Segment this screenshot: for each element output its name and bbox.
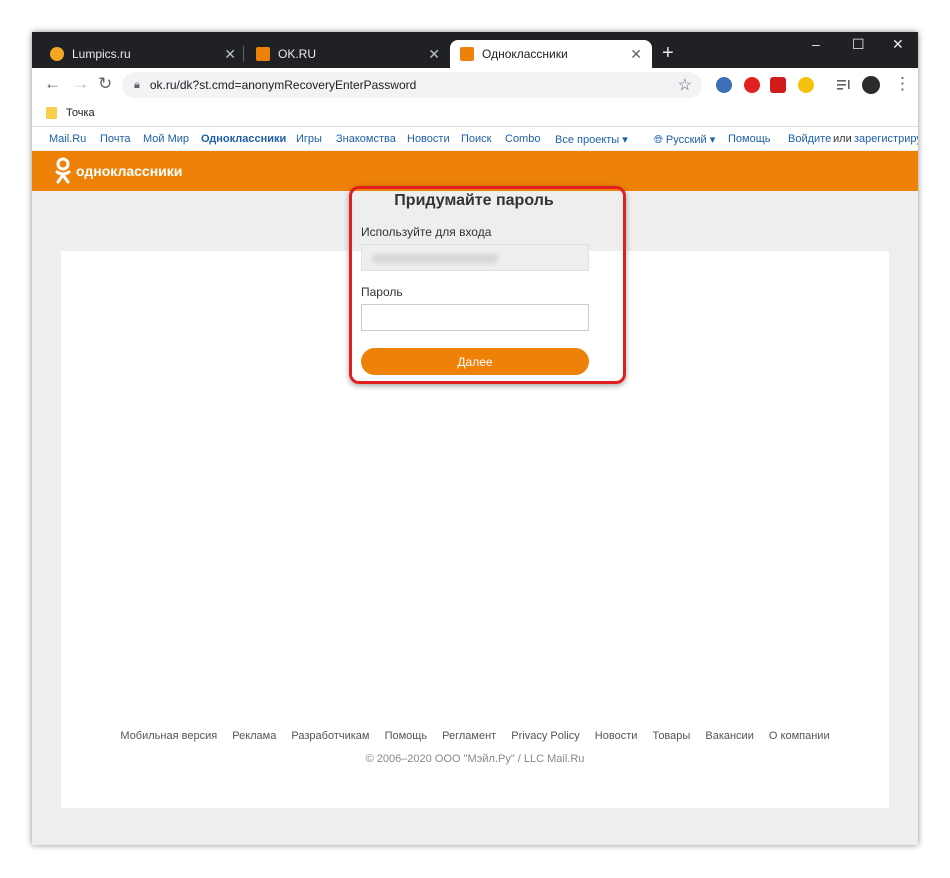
language-dropdown[interactable]: 🌐︎ Русский ▾: [654, 133, 715, 147]
bookmarks-bar: Точка: [32, 102, 918, 127]
login-link[interactable]: Войдите: [788, 133, 831, 145]
opera-icon[interactable]: [744, 77, 760, 93]
tab-title: OK.RU: [278, 47, 317, 61]
tab-title: Lumpics.ru: [72, 47, 131, 61]
close-tab-icon[interactable]: ✕: [224, 46, 236, 63]
ok-extension-icon[interactable]: [770, 77, 786, 93]
help-link[interactable]: Помощь: [728, 133, 771, 145]
media-queue-icon[interactable]: [836, 77, 852, 93]
ok-favicon-icon: [460, 47, 474, 61]
footer-link[interactable]: Помощь: [385, 730, 428, 742]
forward-arrow-icon[interactable]: →: [72, 74, 89, 94]
ok-favicon-icon: [256, 47, 270, 61]
next-button[interactable]: Далее: [361, 348, 589, 375]
bookmark-item[interactable]: Точка: [66, 107, 95, 119]
footer-link[interactable]: Регламент: [442, 730, 496, 742]
extension-gear-icon[interactable]: [716, 77, 732, 93]
all-projects-dropdown[interactable]: Все проекты ▾: [555, 133, 628, 146]
password-label: Пароль: [361, 285, 403, 299]
footer-link[interactable]: Мобильная версия: [120, 730, 217, 742]
portal-link[interactable]: Почта: [100, 133, 131, 145]
portal-nav: Mail.Ru Почта Мой Мир Одноклассники Игры…: [32, 127, 918, 150]
register-link[interactable]: зарегистрируйтесь: [854, 133, 918, 145]
login-field: [361, 244, 589, 271]
bookmark-star-icon[interactable]: ☆: [678, 75, 692, 95]
back-arrow-icon[interactable]: ←: [44, 74, 61, 94]
footer-link[interactable]: Новости: [595, 730, 638, 742]
portal-link[interactable]: Новости: [407, 133, 450, 145]
address-bar[interactable]: 🔒︎ ok.ru/dk?st.cmd=anonymRecoveryEnterPa…: [122, 72, 702, 98]
tab-strip: Lumpics.ru ✕ OK.RU ✕ Одноклассники ✕ + –…: [32, 32, 918, 68]
copyright: © 2006–2020 ООО "Мэйл.Ру" / LLC Mail.Ru: [365, 753, 585, 765]
minimize-button[interactable]: –: [812, 36, 820, 52]
avatar[interactable]: [862, 76, 880, 94]
tab-title: Одноклассники: [482, 47, 568, 61]
globe-icon: 🌐︎: [654, 134, 663, 146]
login-label: Используйте для входа: [361, 225, 492, 239]
close-tab-icon[interactable]: ✕: [428, 46, 440, 63]
footer-link[interactable]: Privacy Policy: [511, 730, 579, 742]
shield-extension-icon[interactable]: [798, 77, 814, 93]
browser-window: Lumpics.ru ✕ OK.RU ✕ Одноклассники ✕ + –…: [32, 32, 918, 845]
browser-toolbar: ← → ↻ 🔒︎ ok.ru/dk?st.cmd=anonymRecoveryE…: [32, 68, 918, 102]
portal-link[interactable]: Combo: [505, 133, 540, 145]
reload-icon[interactable]: ↻: [98, 74, 112, 94]
footer-link[interactable]: Разработчикам: [291, 730, 369, 742]
portal-link[interactable]: Мой Мир: [143, 133, 189, 145]
close-window-button[interactable]: ✕: [892, 36, 904, 53]
blurred-login-value: [372, 254, 498, 263]
footer-link[interactable]: О компании: [769, 730, 830, 742]
portal-link[interactable]: Игры: [296, 133, 322, 145]
footer-link[interactable]: Реклама: [232, 730, 276, 742]
maximize-button[interactable]: ☐: [852, 36, 865, 53]
portal-link[interactable]: Знакомства: [336, 133, 396, 145]
portal-link[interactable]: Поиск: [461, 133, 491, 145]
form-title: Придумайте пароль: [394, 192, 554, 209]
logo-text: одноклассники: [76, 163, 183, 179]
lumpics-favicon-icon: [50, 47, 64, 61]
close-tab-icon[interactable]: ✕: [630, 46, 642, 63]
tab-ok-ru[interactable]: OK.RU ✕: [246, 40, 450, 68]
new-tab-button[interactable]: +: [662, 42, 674, 64]
footer-links: Мобильная версия Реклама Разработчикам П…: [32, 730, 918, 742]
site-header: одноклассники: [32, 151, 918, 191]
password-input[interactable]: [361, 304, 589, 331]
portal-link[interactable]: Одноклассники: [201, 133, 286, 145]
portal-link[interactable]: Mail.Ru: [49, 133, 86, 145]
footer-link[interactable]: Товары: [652, 730, 690, 742]
footer-link[interactable]: Вакансии: [705, 730, 754, 742]
ok-logo-icon: [55, 157, 71, 184]
or-text: или: [833, 133, 852, 145]
menu-dots-icon[interactable]: ⋮: [894, 74, 911, 94]
folder-icon: [46, 107, 57, 119]
tab-odnoklassniki[interactable]: Одноклассники ✕: [450, 40, 652, 68]
tab-lumpics[interactable]: Lumpics.ru ✕: [40, 40, 246, 68]
lock-icon: 🔒︎: [134, 78, 140, 91]
url-text: ok.ru/dk?st.cmd=anonymRecoveryEnterPassw…: [149, 78, 417, 92]
site-logo[interactable]: одноклассники: [54, 157, 182, 185]
